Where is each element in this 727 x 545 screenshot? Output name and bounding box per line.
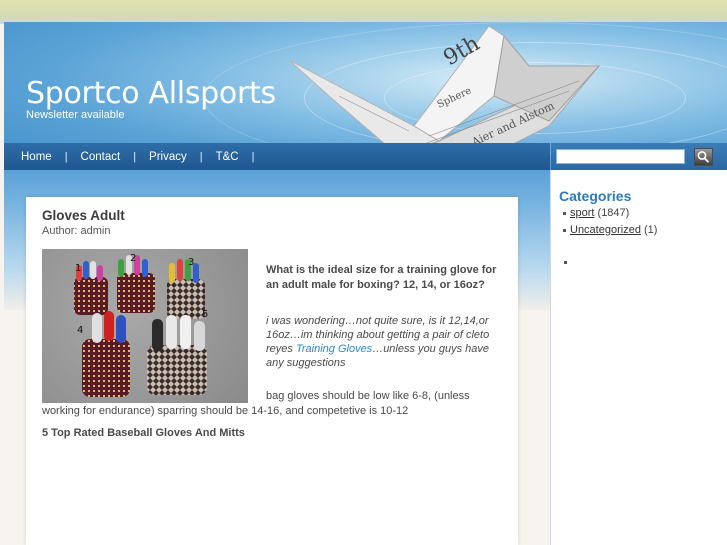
related-post-title[interactable]: 5 Top Rated Baseball Gloves And Mitts xyxy=(42,427,245,439)
nav-item-contact[interactable]: Contact | xyxy=(81,151,150,163)
search-input[interactable] xyxy=(556,149,685,164)
main-nav: Home | Contact | Privacy | T&C | xyxy=(4,143,550,170)
search-button[interactable] xyxy=(694,148,713,166)
categories-title: Categories xyxy=(559,188,632,204)
category-item: sport (1847) xyxy=(563,206,657,223)
answer-text: bag gloves should be low like 6-8, (unle… xyxy=(42,389,502,418)
bullet-icon xyxy=(563,228,566,232)
search-form xyxy=(551,143,727,170)
nav-separator: | xyxy=(133,150,137,163)
nav-link-privacy[interactable]: Privacy xyxy=(149,151,187,163)
nav-item-home[interactable]: Home | xyxy=(21,151,81,163)
question-title: What is the ideal size for a training gl… xyxy=(266,264,497,291)
category-link-sport[interactable]: sport xyxy=(570,207,594,219)
svg-text:2: 2 xyxy=(130,253,136,264)
glove-5 xyxy=(147,315,207,395)
nav-separator: | xyxy=(64,150,68,163)
nav-separator: | xyxy=(199,150,203,163)
nav-item-tc[interactable]: T&C | xyxy=(216,151,268,163)
category-count: (1) xyxy=(644,224,658,236)
category-count: (1847) xyxy=(597,207,630,219)
bullet-icon xyxy=(564,261,567,264)
post-card: Gloves Adult Author: admin 1 2 3 4 5 Wha… xyxy=(26,197,518,545)
gloves-image: 1 2 3 4 5 xyxy=(42,249,248,403)
post-title[interactable]: Gloves Adult xyxy=(42,208,125,223)
question-body: i was wondering…not quite sure, is it 12… xyxy=(266,314,506,370)
nav-link-tc[interactable]: T&C xyxy=(216,151,239,163)
post-author: Author: admin xyxy=(42,225,111,237)
gloves-photo: 1 2 3 4 5 xyxy=(74,253,208,397)
svg-text:3: 3 xyxy=(188,257,194,268)
svg-text:1: 1 xyxy=(75,263,81,274)
sidebar-divider xyxy=(550,170,551,545)
nav-separator: | xyxy=(251,150,255,163)
nav-link-contact[interactable]: Contact xyxy=(81,151,121,163)
svg-text:5: 5 xyxy=(202,309,208,320)
glove-3 xyxy=(167,259,205,319)
site-description: Newsletter available xyxy=(26,109,125,121)
answer-body: bag gloves should be low like 6-8, (unle… xyxy=(42,390,470,417)
training-gloves-link[interactable]: Training Gloves xyxy=(296,343,372,355)
categories-list: sport (1847) Uncategorized (1) xyxy=(563,206,657,240)
site-title[interactable]: Sportco Allsports xyxy=(26,76,276,111)
search-icon xyxy=(697,151,710,163)
glove-4 xyxy=(82,311,130,397)
bullet-icon xyxy=(563,211,566,215)
nav-link-home[interactable]: Home xyxy=(21,151,52,163)
svg-text:4: 4 xyxy=(77,325,83,336)
category-item: Uncategorized (1) xyxy=(563,223,657,240)
category-link-uncategorized[interactable]: Uncategorized xyxy=(570,224,641,236)
nav-item-privacy[interactable]: Privacy | xyxy=(149,151,216,163)
top-strip xyxy=(0,0,727,24)
